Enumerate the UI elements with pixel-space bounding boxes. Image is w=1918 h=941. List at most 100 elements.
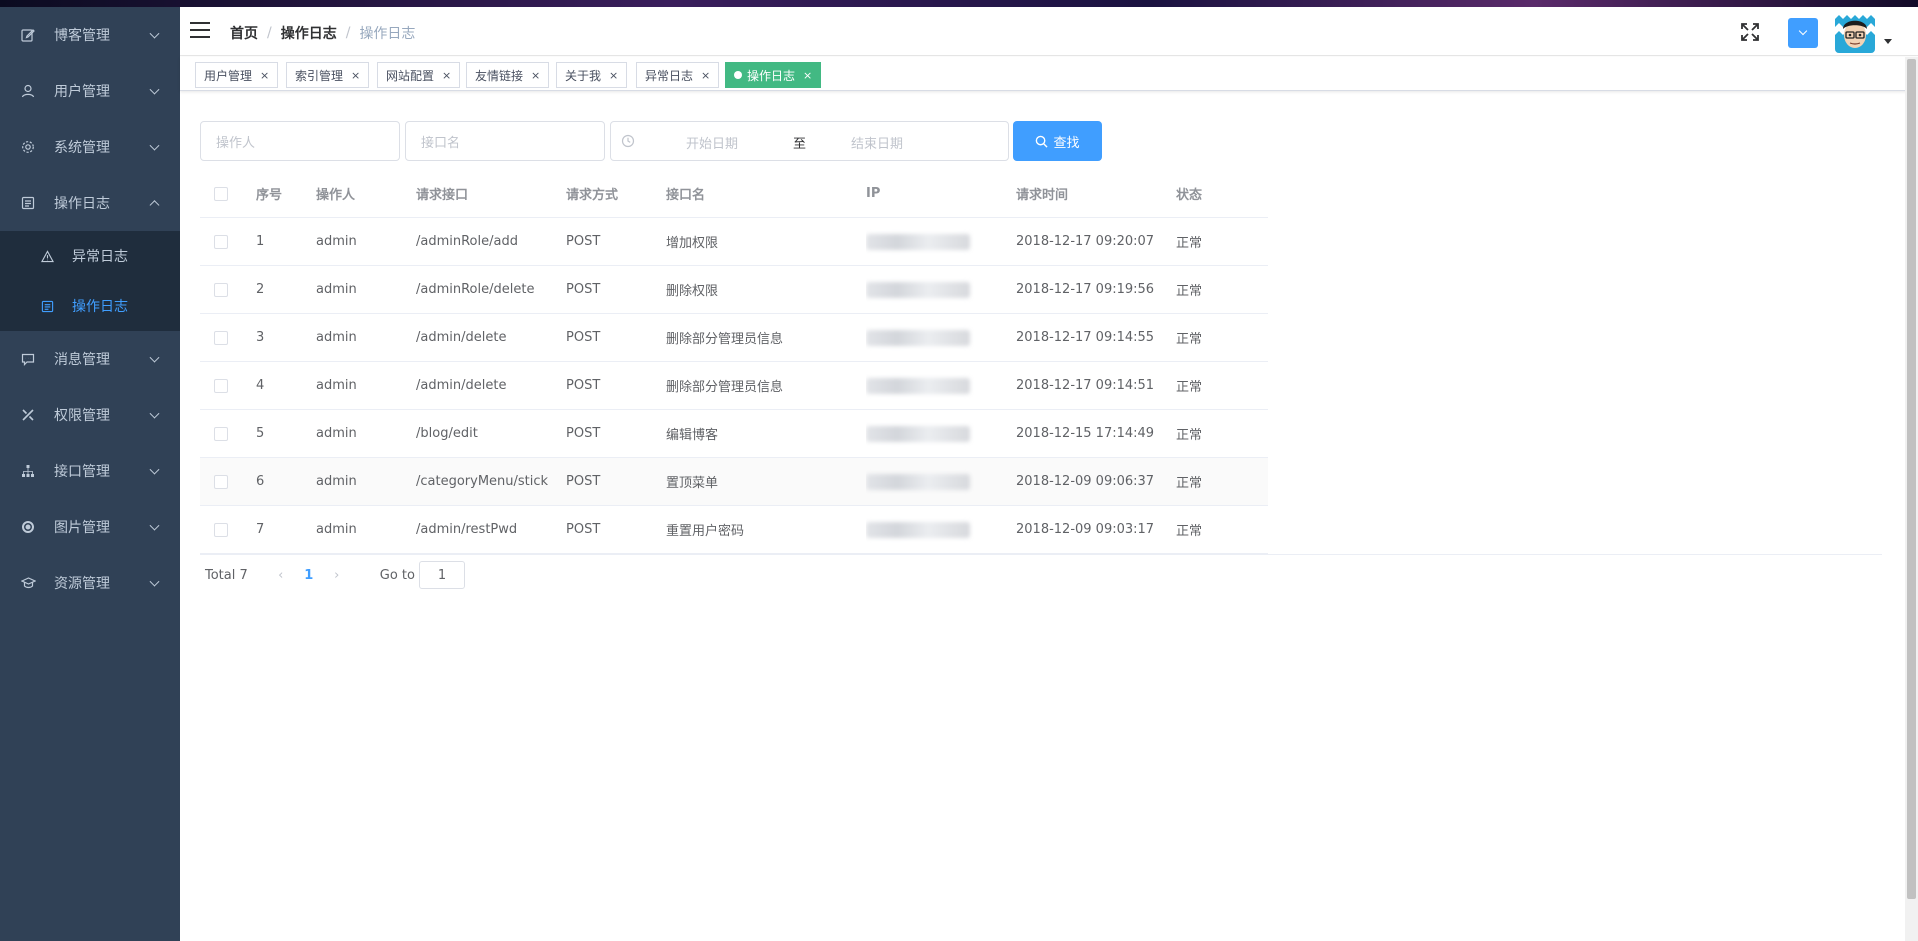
scrollbar-thumb[interactable] — [1907, 59, 1916, 899]
prev-page-icon[interactable]: ‹ — [268, 568, 294, 583]
tag-label: 索引管理 — [295, 68, 344, 83]
tag-about-me[interactable]: 关于我 × — [556, 62, 628, 88]
close-icon[interactable]: × — [531, 69, 540, 82]
fullscreen-icon[interactable] — [1740, 22, 1760, 42]
chevron-down-icon — [1798, 26, 1808, 36]
row-checkbox[interactable] — [214, 330, 228, 345]
close-icon[interactable]: × — [442, 69, 451, 82]
cell-index: 7 — [256, 522, 265, 537]
api-name-input[interactable]: 接口名 — [405, 121, 605, 161]
sidebar-subitem-label: 异常日志 — [72, 249, 128, 265]
tags-view: 用户管理 × 索引管理 × 网站配置 × 友情链接 × 关于我 × 异常日志 ×… — [180, 57, 1918, 91]
goto-label: Go to — [379, 567, 415, 583]
tag-index-management[interactable]: 索引管理 × — [286, 62, 370, 88]
log-icon — [20, 195, 36, 211]
sidebar-item-label: 接口管理 — [54, 464, 110, 480]
select-all-checkbox[interactable] — [214, 186, 228, 201]
cell-status: 正常 — [1176, 284, 1203, 299]
sidebar-item-users[interactable]: 用户管理 — [0, 63, 180, 119]
close-icon[interactable]: × — [803, 69, 812, 82]
active-dot-icon — [734, 71, 742, 79]
cell-status: 正常 — [1176, 428, 1203, 443]
breadcrumb-separator: / — [345, 25, 351, 41]
table-row[interactable]: 7 admin/admin/restPwd POST 重置用户密码 2018-12-09… — [200, 506, 1268, 554]
cell-status: 正常 — [1176, 236, 1203, 251]
sidebar-subitem-label: 操作日志 — [72, 299, 128, 315]
page-number[interactable]: 1 — [294, 568, 324, 583]
cell-ip — [866, 266, 1016, 313]
sidebar-item-blog[interactable]: 博客管理 — [0, 7, 180, 63]
goto-page-input[interactable]: 1 — [418, 561, 465, 589]
date-range-picker[interactable]: 开始日期 至 结束日期 — [610, 121, 1009, 161]
column-header: IP — [866, 186, 881, 201]
tag-label: 网站配置 — [386, 68, 435, 83]
cell-index: 6 — [256, 474, 265, 489]
cell-api-name: 置顶菜单 — [666, 476, 719, 491]
table-row[interactable]: 6 admin/categoryMenu/stick POST 置顶菜单 2018-12… — [200, 458, 1268, 506]
tag-operation-log[interactable]: 操作日志 × — [725, 62, 822, 88]
table-row[interactable]: 5 admin/blog/edit POST 编辑博客 2018-12-15 17:14… — [200, 410, 1268, 458]
row-checkbox[interactable] — [214, 378, 228, 393]
row-checkbox[interactable] — [214, 522, 228, 537]
cell-request-method: POST — [566, 522, 601, 537]
tag-site-config[interactable]: 网站配置 × — [377, 62, 461, 88]
cell-status: 正常 — [1176, 380, 1203, 395]
row-checkbox[interactable] — [214, 474, 228, 489]
search-button[interactable]: 查找 — [1013, 121, 1102, 161]
cell-index: 5 — [256, 426, 265, 441]
chevron-down-icon — [149, 464, 160, 475]
breadcrumb-parent[interactable]: 操作日志 — [281, 23, 337, 43]
end-date-placeholder[interactable]: 结束日期 — [851, 133, 903, 152]
tag-friend-links[interactable]: 友情链接 × — [466, 62, 550, 88]
sidebar-item-pictures[interactable]: 图片管理 — [0, 499, 180, 555]
column-header: 接口名 — [666, 188, 706, 203]
table-row[interactable]: 4 admin/admin/delete POST 删除部分管理员信息 2018-12-… — [200, 362, 1268, 410]
tag-exception-log[interactable]: 异常日志 × — [636, 62, 720, 88]
sidebar-item-oplog[interactable]: 操作日志 — [0, 175, 180, 231]
breadcrumb-home[interactable]: 首页 — [230, 23, 258, 43]
operator-input[interactable]: 操作人 — [200, 121, 400, 161]
sidebar-item-messages[interactable]: 消息管理 — [0, 331, 180, 387]
close-icon[interactable]: × — [260, 69, 269, 82]
sidebar-item-system[interactable]: 系统管理 — [0, 119, 180, 175]
table-header: 序号 操作人 请求接口 请求方式 接口名 IP 请求时间 状态 — [200, 170, 1268, 218]
cell-operator: admin — [316, 378, 357, 393]
table-body: 1 admin/adminRole/add POST 增加权限 2018-12-17 0… — [200, 218, 1268, 554]
start-date-placeholder[interactable]: 开始日期 — [686, 133, 738, 152]
vertical-scrollbar[interactable] — [1905, 57, 1918, 941]
column-header: 状态 — [1176, 188, 1203, 203]
caret-down-icon[interactable] — [1884, 39, 1892, 44]
breadcrumb-separator: / — [267, 25, 272, 41]
sidebar-subitem-operation-log[interactable]: 操作日志 — [0, 281, 180, 331]
tag-user-management[interactable]: 用户管理 × — [195, 62, 279, 88]
avatar[interactable] — [1835, 13, 1875, 53]
tag-label: 用户管理 — [204, 68, 253, 83]
sidebar-subitem-exception-log[interactable]: 异常日志 — [0, 231, 180, 281]
row-checkbox[interactable] — [214, 282, 228, 297]
next-page-icon[interactable]: › — [324, 568, 350, 583]
sidebar-item-api[interactable]: 接口管理 — [0, 443, 180, 499]
cell-operator: admin — [316, 330, 357, 345]
table-row[interactable]: 2 admin/adminRole/delete POST 删除权限 2018-12-1… — [200, 266, 1268, 314]
dropdown-button[interactable] — [1788, 18, 1818, 48]
cell-index: 1 — [256, 234, 265, 249]
cell-request-time: 2018-12-09 09:06:37 — [1016, 474, 1155, 489]
cell-index: 3 — [256, 330, 265, 345]
sidebar-item-permissions[interactable]: 权限管理 — [0, 387, 180, 443]
sidebar-item-label: 权限管理 — [54, 408, 110, 424]
cell-request-method: POST — [566, 234, 601, 249]
close-icon[interactable]: × — [609, 69, 618, 82]
sidebar-item-resources[interactable]: 资源管理 — [0, 555, 180, 611]
table-row[interactable]: 1 admin/adminRole/add POST 增加权限 2018-12-17 0… — [200, 218, 1268, 266]
operation-log-table: 序号 操作人 请求接口 请求方式 接口名 IP 请求时间 状态 1 admin/a… — [200, 170, 1268, 554]
close-icon[interactable]: × — [351, 69, 360, 82]
search-button-label: 查找 — [1053, 135, 1080, 151]
row-checkbox[interactable] — [214, 234, 228, 249]
table-bottom-divider — [200, 554, 1882, 555]
row-checkbox[interactable] — [214, 426, 228, 441]
hamburger-icon[interactable] — [190, 22, 210, 38]
close-icon[interactable]: × — [701, 69, 710, 82]
sidebar-item-label: 操作日志 — [54, 196, 110, 212]
table-row[interactable]: 3 admin/admin/delete POST 删除部分管理员信息 2018-12-… — [200, 314, 1268, 362]
browser-top-strip — [0, 0, 1918, 7]
